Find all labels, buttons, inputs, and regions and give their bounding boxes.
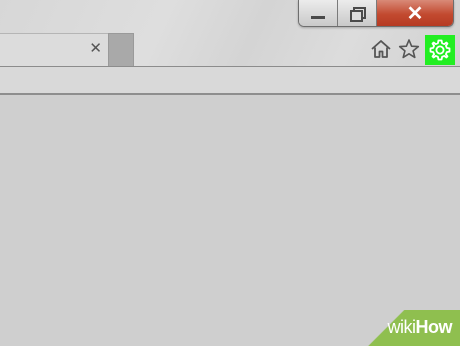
favorites-button[interactable] bbox=[398, 38, 420, 60]
close-window-button[interactable]: ✕ bbox=[377, 0, 453, 26]
gear-icon bbox=[429, 39, 451, 61]
watermark-text-regular: wiki bbox=[387, 317, 417, 337]
home-icon bbox=[371, 40, 391, 58]
minimize-button[interactable] bbox=[299, 0, 338, 26]
browser-tab[interactable]: ✕ bbox=[0, 33, 109, 66]
page-content bbox=[0, 95, 460, 346]
new-tab-button[interactable] bbox=[108, 33, 134, 66]
watermark-badge: wikiHow bbox=[364, 310, 460, 346]
restore-icon bbox=[350, 7, 366, 22]
home-button[interactable] bbox=[370, 38, 392, 60]
tab-close-icon[interactable]: ✕ bbox=[89, 39, 102, 57]
close-icon: ✕ bbox=[406, 2, 424, 25]
star-icon bbox=[398, 39, 420, 59]
restore-button[interactable] bbox=[338, 0, 377, 26]
window-controls: ✕ bbox=[298, 0, 454, 27]
watermark-text: wikiHow bbox=[388, 317, 453, 338]
settings-button[interactable] bbox=[425, 35, 455, 65]
watermark-text-bold: How bbox=[415, 317, 453, 337]
command-bar bbox=[0, 67, 460, 93]
minimize-icon bbox=[311, 15, 325, 19]
